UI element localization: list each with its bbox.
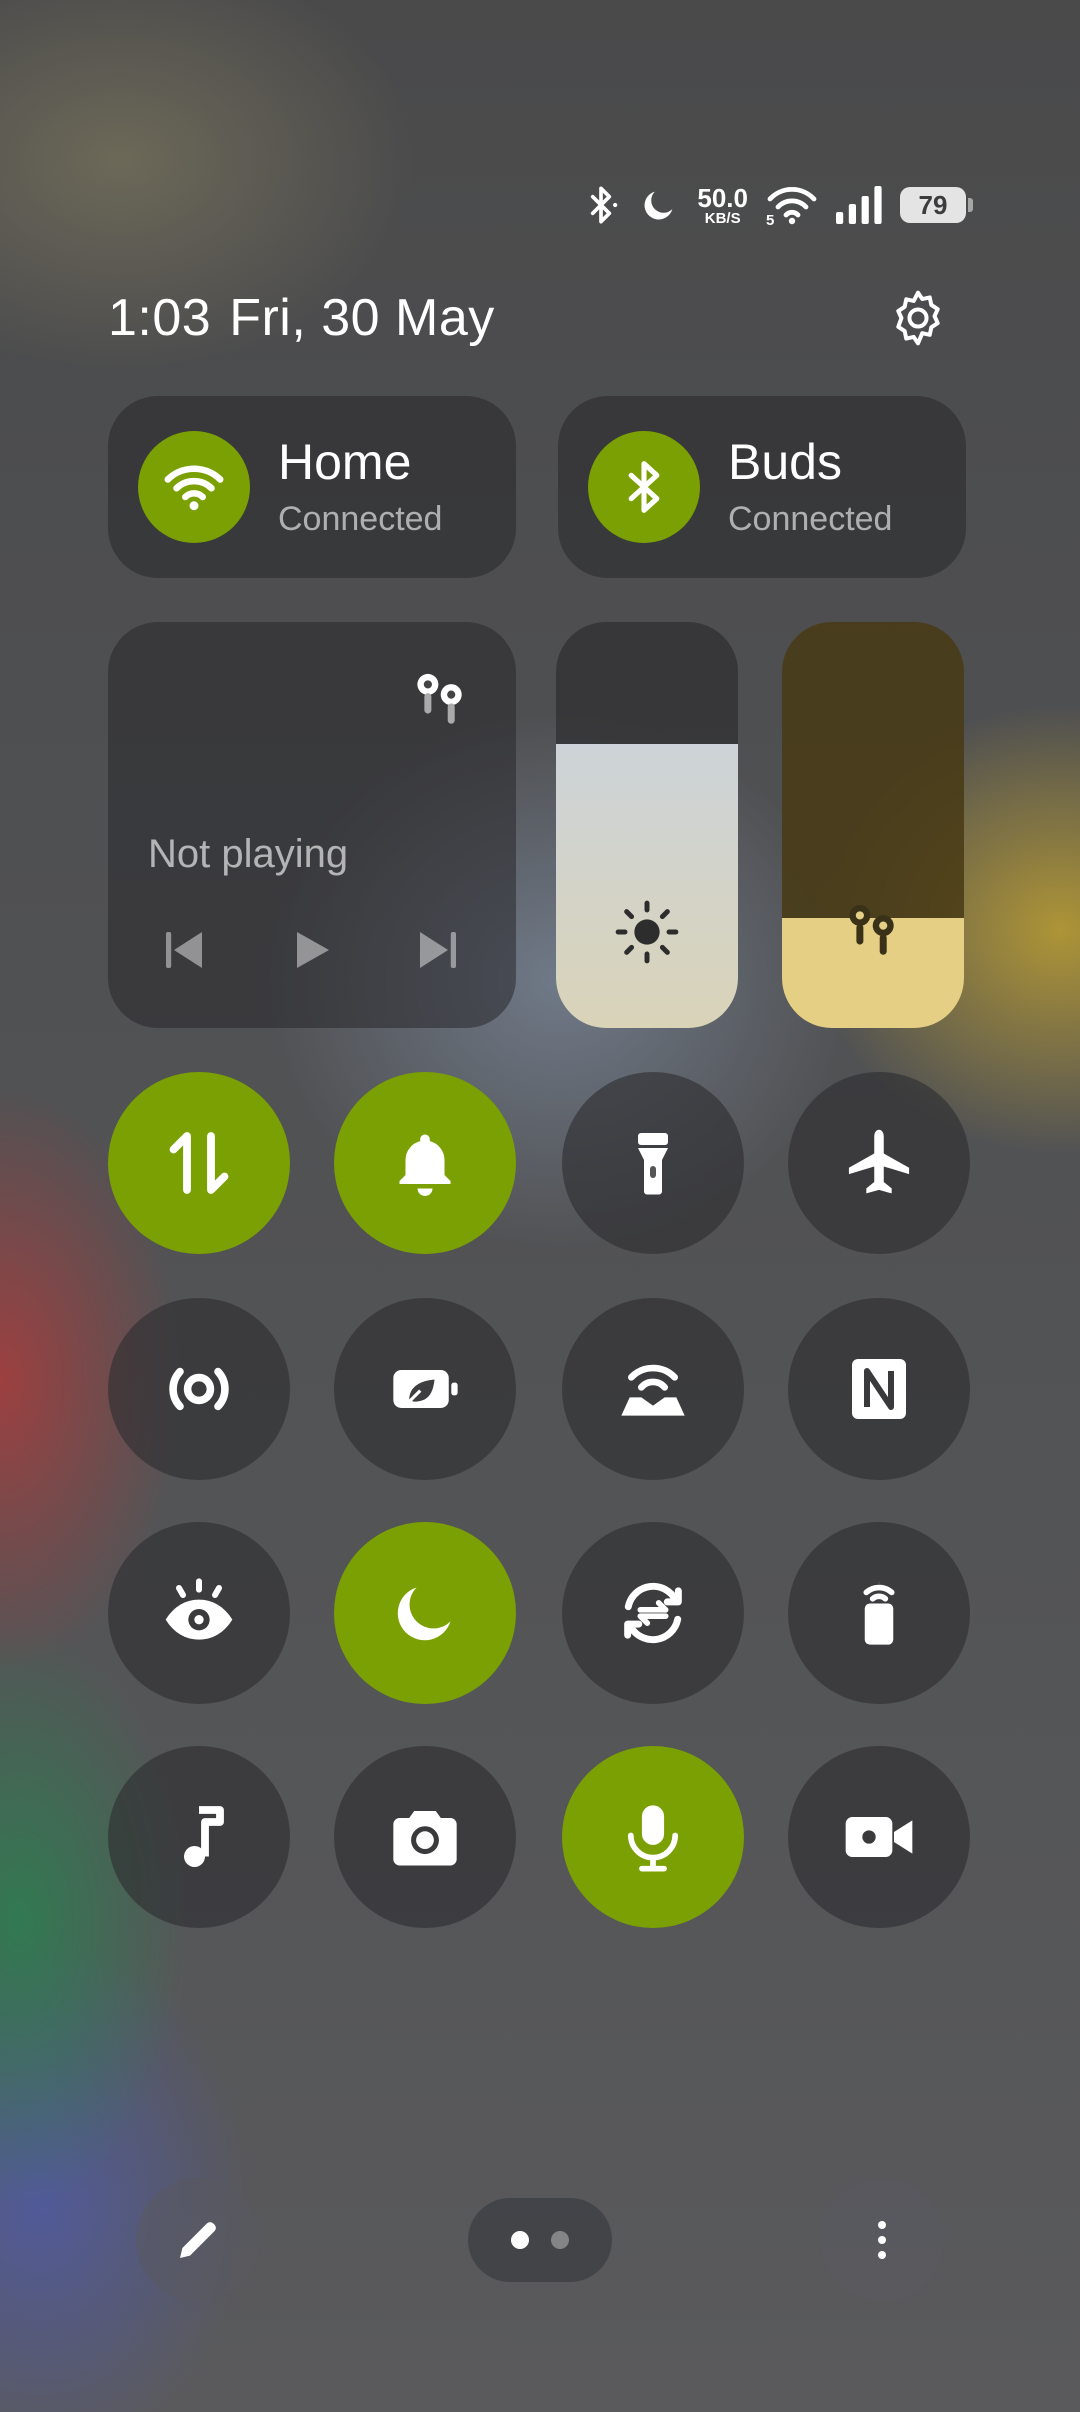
flashlight-icon <box>638 1133 668 1195</box>
eye-comfort-toggle[interactable] <box>108 1522 290 1704</box>
wifi-icon <box>138 431 250 543</box>
do-not-disturb-toggle[interactable] <box>334 1522 516 1704</box>
time: 1:03 <box>108 289 212 347</box>
nfc-icon <box>852 1359 906 1419</box>
brightness-slider[interactable] <box>556 622 738 1028</box>
hotspot-toggle[interactable] <box>108 1298 290 1480</box>
media-controls <box>156 922 466 978</box>
previous-icon <box>166 932 202 968</box>
signal-icon <box>836 186 882 224</box>
wifi-network-name: Home <box>278 434 412 490</box>
music-note-icon <box>184 1806 224 1867</box>
phone-signal-icon <box>863 1582 895 1645</box>
page-dot-2[interactable] <box>551 2231 569 2249</box>
sync-toggle[interactable] <box>562 1522 744 1704</box>
nfc-toggle[interactable] <box>788 1298 970 1480</box>
previous-button[interactable] <box>156 922 212 978</box>
camera-icon <box>393 1811 457 1866</box>
volume-slider[interactable] <box>782 622 964 1028</box>
moon-icon <box>639 185 679 225</box>
earbuds-icon[interactable] <box>406 664 476 739</box>
airplane-icon <box>848 1129 910 1194</box>
earbuds-icon <box>838 895 908 970</box>
bluetooth-device-name: Buds <box>728 434 842 490</box>
music-recognition-toggle[interactable] <box>108 1746 290 1928</box>
battery-saver-toggle[interactable] <box>334 1298 516 1480</box>
bluetooth-icon <box>581 185 621 225</box>
next-button[interactable] <box>410 922 466 978</box>
microphone-toggle[interactable] <box>562 1746 744 1928</box>
media-player[interactable]: Not playing <box>108 622 516 1028</box>
microphone-icon <box>627 1805 679 1872</box>
play-button[interactable] <box>283 922 339 978</box>
play-icon <box>297 932 329 968</box>
wifi-device-icon <box>621 1364 685 1416</box>
more-button[interactable] <box>820 2178 944 2302</box>
eye-icon <box>165 1578 233 1640</box>
more-vertical-icon <box>878 2221 886 2259</box>
data-arrows-icon <box>169 1132 229 1194</box>
media-status: Not playing <box>148 832 349 876</box>
sun-icon <box>614 899 680 970</box>
camera-toggle[interactable] <box>334 1746 516 1928</box>
video-camera-icon <box>845 1817 913 1857</box>
bluetooth-tile[interactable]: Buds Connected <box>558 396 966 578</box>
next-icon <box>420 932 456 968</box>
battery-leaf-icon <box>393 1370 458 1408</box>
gear-icon <box>896 290 940 346</box>
sound-toggle[interactable] <box>334 1072 516 1254</box>
video-camera-toggle[interactable] <box>788 1746 970 1928</box>
settings-button[interactable] <box>886 286 950 350</box>
wifi-band: 5 <box>766 212 775 229</box>
find-device-toggle[interactable] <box>788 1522 970 1704</box>
moon-icon <box>397 1587 451 1641</box>
broadcast-icon <box>169 1367 229 1411</box>
bell-icon <box>399 1134 451 1196</box>
flashlight-toggle[interactable] <box>562 1072 744 1254</box>
page-dot-1[interactable] <box>511 2231 529 2249</box>
date: Fri, 30 May <box>229 289 495 347</box>
wifi-status: Connected <box>278 500 443 538</box>
bluetooth-status: Connected <box>728 500 893 538</box>
status-bar: 50.0 KB/S 5 79 <box>581 178 973 232</box>
brightness-level <box>556 743 738 1028</box>
network-speed: 50.0 KB/S <box>697 185 748 226</box>
edit-button[interactable] <box>136 2178 260 2302</box>
wifi-cast-toggle[interactable] <box>562 1298 744 1480</box>
wifi-icon: 5 <box>766 185 818 229</box>
sync-icon <box>624 1582 682 1644</box>
pencil-icon <box>180 2222 216 2258</box>
airplane-mode-toggle[interactable] <box>788 1072 970 1254</box>
battery-indicator: 79 <box>900 187 973 223</box>
wifi-tile[interactable]: Home Connected <box>108 396 516 578</box>
bluetooth-icon <box>588 431 700 543</box>
clock-row: 1:03 Fri, 30 May <box>108 288 495 348</box>
mobile-data-toggle[interactable] <box>108 1072 290 1254</box>
network-speed-unit: KB/S <box>704 209 741 227</box>
network-speed-value: 50.0 <box>697 182 748 213</box>
page-indicator[interactable] <box>468 2198 612 2282</box>
